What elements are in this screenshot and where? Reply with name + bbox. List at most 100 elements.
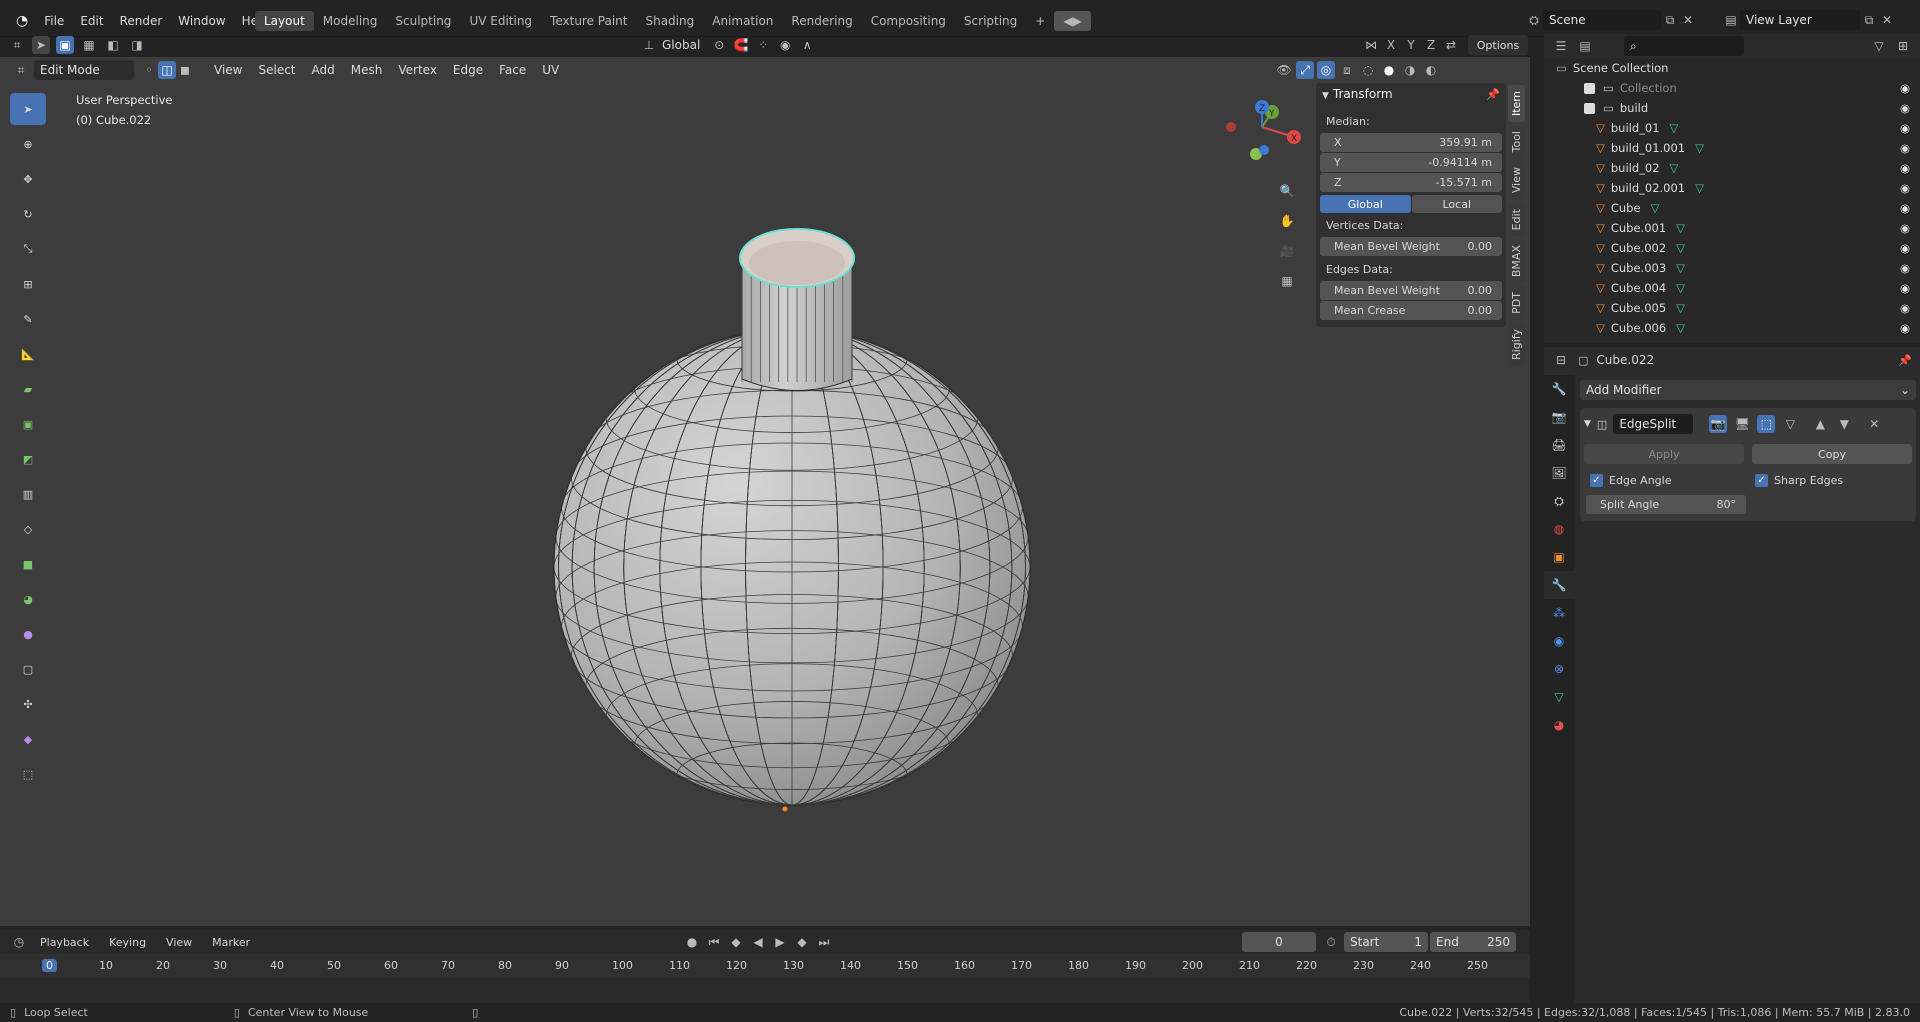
visibility-eye-icon[interactable]: ◉ xyxy=(1900,121,1910,135)
start-frame-field[interactable]: Start 1 xyxy=(1344,932,1428,952)
scene-icon[interactable]: ⛭ xyxy=(1525,11,1543,29)
blender-logo-icon[interactable]: ◔ xyxy=(8,13,36,29)
viewport-menu-face[interactable]: Face xyxy=(491,63,534,77)
view-layer-icon[interactable]: ▤ xyxy=(1722,11,1740,29)
outliner-editor-type-icon[interactable]: ☰ xyxy=(1552,37,1570,55)
menu-window[interactable]: Window xyxy=(170,14,233,28)
mesh-data-tab-icon[interactable]: ▽ xyxy=(1544,683,1574,711)
vertex-select-mode-icon[interactable]: ◦ xyxy=(140,61,158,79)
select-mode-invert-icon[interactable]: ◨ xyxy=(128,36,146,54)
render-tab-icon[interactable]: 📷 xyxy=(1544,403,1574,431)
tab-view[interactable]: View xyxy=(1508,161,1525,200)
tab-rendering[interactable]: Rendering xyxy=(782,11,861,31)
transform-tool-icon[interactable]: ⊞ xyxy=(10,268,46,300)
modifier-tab-icon[interactable]: 🔧 xyxy=(1544,571,1574,599)
cursor-tool-icon[interactable]: ⊕ xyxy=(10,128,46,160)
local-toggle[interactable]: Local xyxy=(1411,195,1502,213)
outliner-item[interactable]: ▽ Cube.004 ▽ ◉ xyxy=(1544,278,1920,298)
material-tab-icon[interactable]: ◕ xyxy=(1544,711,1574,739)
mesh-data-icon[interactable]: ▽ xyxy=(1695,181,1704,195)
mesh-data-icon[interactable]: ▽ xyxy=(1670,161,1679,175)
split-angle-field[interactable]: Split Angle 80° xyxy=(1586,495,1746,514)
view-layer-field[interactable]: View Layer xyxy=(1740,10,1860,30)
3d-viewport[interactable] xyxy=(0,57,1530,926)
tab-pdt[interactable]: PDT xyxy=(1508,285,1525,320)
viewport-menu-mesh[interactable]: Mesh xyxy=(343,63,391,77)
add-modifier-dropdown[interactable]: Add Modifier ⌄ xyxy=(1580,380,1916,400)
tab-animation[interactable]: Animation xyxy=(703,11,782,31)
play-reverse-icon[interactable]: ◀ xyxy=(749,933,767,951)
end-frame-field[interactable]: End 250 xyxy=(1430,932,1516,952)
face-select-mode-icon[interactable]: ◼ xyxy=(176,61,194,79)
menu-render[interactable]: Render xyxy=(112,14,171,28)
prev-keyframe-icon[interactable]: ◆ xyxy=(727,933,745,951)
rip-tool-icon[interactable]: ⬚ xyxy=(10,758,46,790)
visibility-eye-icon[interactable]: ◉ xyxy=(1900,201,1910,215)
navigation-gizmo[interactable]: X Y Z xyxy=(1222,97,1302,167)
median-x-field[interactable]: X 359.91 m xyxy=(1320,133,1502,152)
loop-cut-tool-icon[interactable]: ▥ xyxy=(10,478,46,510)
tab-modeling[interactable]: Modeling xyxy=(314,11,387,31)
rendered-shading-icon[interactable]: ◐ xyxy=(1422,61,1440,79)
edge-slide-tool-icon[interactable]: ▢ xyxy=(10,653,46,685)
outliner-item[interactable]: ▽ build_02.001 ▽ ◉ xyxy=(1544,178,1920,198)
measure-tool-icon[interactable]: 📐 xyxy=(10,338,46,370)
tab-sculpting[interactable]: Sculpting xyxy=(386,11,460,31)
copy-button[interactable]: Copy xyxy=(1752,444,1912,464)
tab-rigify[interactable]: Rigify xyxy=(1508,322,1525,366)
global-toggle[interactable]: Global xyxy=(1320,195,1411,213)
mesh-data-icon[interactable]: ▽ xyxy=(1676,221,1685,235)
outliner-item[interactable]: ▽ Cube.006 ▽ ◉ xyxy=(1544,318,1920,338)
snap-target-icon[interactable]: ⁘ xyxy=(754,36,772,54)
extrude-tool-icon[interactable]: ▰ xyxy=(10,373,46,405)
move-tool-icon[interactable]: ✥ xyxy=(10,163,46,195)
tab-item[interactable]: Item xyxy=(1508,85,1525,123)
stopwatch-icon[interactable]: ⏱ xyxy=(1322,933,1340,951)
viewport-menu-add[interactable]: Add xyxy=(304,63,343,77)
pin-icon[interactable]: 📌 xyxy=(1486,88,1500,101)
scene-collection-row[interactable]: ▭ Scene Collection xyxy=(1544,58,1920,78)
scale-tool-icon[interactable]: ⤡ xyxy=(10,233,46,265)
apply-button[interactable]: Apply xyxy=(1584,444,1744,464)
camera-view-icon[interactable]: 🎥 xyxy=(1278,236,1296,266)
viewport-menu-uv[interactable]: UV xyxy=(534,63,567,77)
tab-edit[interactable]: Edit xyxy=(1508,202,1525,236)
outliner-item[interactable]: ▽ Cube.002 ▽ ◉ xyxy=(1544,238,1920,258)
new-collection-icon[interactable]: ⊞ xyxy=(1894,37,1912,55)
collapse-chevron-icon[interactable]: ▼ xyxy=(1322,91,1329,101)
smooth-tool-icon[interactable]: ● xyxy=(10,618,46,650)
scene-tab-icon[interactable]: ⛭ xyxy=(1544,487,1574,515)
menu-edit[interactable]: Edit xyxy=(72,14,111,28)
viewport-menu-view[interactable]: View xyxy=(206,63,250,77)
timeline-editor-type-icon[interactable]: ◷ xyxy=(10,933,28,951)
wireframe-shading-icon[interactable]: ◌ xyxy=(1359,61,1377,79)
shear-tool-icon[interactable]: ◆ xyxy=(10,723,46,755)
object-tab-icon[interactable]: ▣ xyxy=(1544,543,1574,571)
visibility-eye-icon[interactable]: ◉ xyxy=(1900,141,1910,155)
spin-tool-icon[interactable]: ◕ xyxy=(10,583,46,615)
mesh-data-icon[interactable]: ▽ xyxy=(1676,321,1685,335)
mesh-data-icon[interactable]: ▽ xyxy=(1676,301,1685,315)
shrink-fatten-tool-icon[interactable]: ✣ xyxy=(10,688,46,720)
outliner-item[interactable]: ▽ Cube.005 ▽ ◉ xyxy=(1544,298,1920,318)
median-y-field[interactable]: Y -0.94114 m xyxy=(1320,153,1502,172)
tab-scripting[interactable]: Scripting xyxy=(955,11,1026,31)
tab-compositing[interactable]: Compositing xyxy=(862,11,955,31)
outliner-item[interactable]: ▽ Cube.001 ▽ ◉ xyxy=(1544,218,1920,238)
rotate-tool-icon[interactable]: ↻ xyxy=(10,198,46,230)
viewport-editor-type-icon[interactable]: ⌗ xyxy=(12,61,30,79)
select-mode-new-icon[interactable]: ▣ xyxy=(56,36,74,54)
outliner-item[interactable]: ▽ Cube ▽ ◉ xyxy=(1544,198,1920,218)
edge-select-mode-icon[interactable]: ◫ xyxy=(158,61,176,79)
current-frame-field[interactable]: 0 xyxy=(1242,932,1316,952)
falloff-icon[interactable]: ∧ xyxy=(798,36,816,54)
mesh-data-icon[interactable]: ▽ xyxy=(1676,261,1685,275)
constraints-tab-icon[interactable]: ⊗ xyxy=(1544,655,1574,683)
zoom-icon[interactable]: 🔍 xyxy=(1278,176,1296,206)
remove-modifier-icon[interactable]: ✕ xyxy=(1865,415,1883,433)
annotate-tool-icon[interactable]: ✎ xyxy=(10,303,46,335)
outliner-search-input[interactable]: ⌕ xyxy=(1624,36,1744,56)
pivot-icon[interactable]: ⊙ xyxy=(710,36,728,54)
mesh-data-icon[interactable]: ▽ xyxy=(1676,281,1685,295)
orientation-dropdown[interactable]: Global xyxy=(662,38,706,52)
